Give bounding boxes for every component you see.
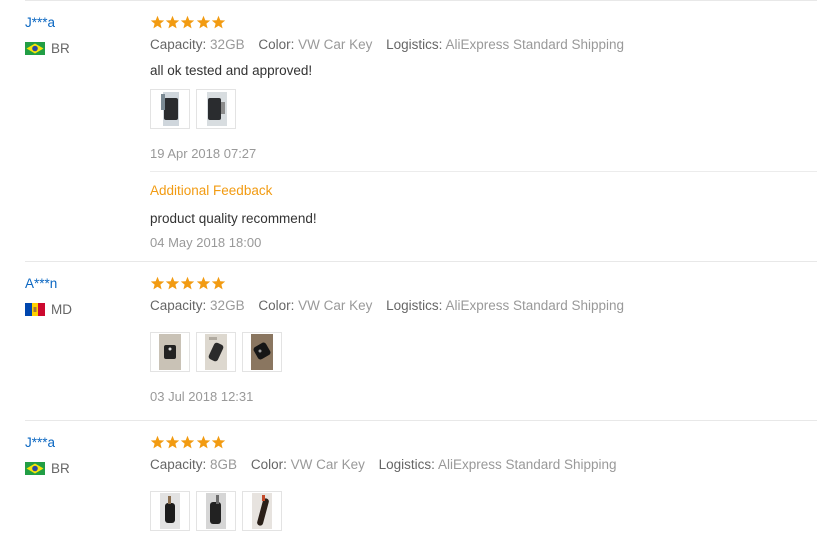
- reviewer-name[interactable]: J***a: [25, 15, 55, 30]
- star-icon: [165, 276, 180, 290]
- star-icon: [211, 15, 225, 29]
- photo-key-image: [205, 334, 227, 370]
- top-divider: [25, 0, 817, 1]
- star-rating: [150, 276, 226, 291]
- star-icon: [211, 276, 225, 290]
- review-photo-thumbnail[interactable]: [196, 491, 236, 531]
- brazil-flag-icon: [25, 462, 45, 475]
- star-icon: [150, 435, 165, 449]
- review-text: all ok tested and approved!: [150, 63, 313, 78]
- reviewer-name[interactable]: A***n: [25, 276, 57, 291]
- star-icon: [165, 435, 180, 449]
- review-divider: [25, 261, 817, 262]
- reviewer-name[interactable]: J***a: [25, 435, 55, 450]
- additional-divider: [150, 171, 817, 172]
- review-photo-thumbnail[interactable]: [196, 89, 236, 129]
- review-photos: [150, 332, 288, 372]
- review-photo-thumbnail[interactable]: [150, 491, 190, 531]
- reviewer-country: BR: [25, 461, 70, 476]
- review-date: 03 Jul 2018 12:31: [150, 389, 254, 404]
- review-photo-thumbnail[interactable]: [150, 332, 190, 372]
- star-icon: [196, 15, 210, 29]
- reviewer-country: BR: [25, 41, 70, 56]
- sku-attributes: Capacity: 32GB Color: VW Car Key Logisti…: [150, 37, 625, 52]
- photo-key-image: [206, 493, 226, 529]
- additional-feedback-title: Additional Feedback: [150, 183, 273, 198]
- star-icon: [165, 15, 180, 29]
- photo-key-image: [160, 493, 180, 529]
- review-photo-thumbnail[interactable]: [242, 332, 282, 372]
- star-icon: [150, 15, 165, 29]
- additional-feedback-text: product quality recommend!: [150, 211, 317, 226]
- photo-key-image: [207, 92, 227, 126]
- review-photos: [150, 89, 242, 129]
- photo-key-image: [251, 334, 273, 370]
- star-rating: [150, 435, 226, 450]
- additional-feedback-date: 04 May 2018 18:00: [150, 235, 262, 250]
- country-code: BR: [51, 41, 70, 56]
- star-icon: [181, 276, 195, 290]
- country-code: BR: [51, 461, 70, 476]
- star-icon: [150, 276, 165, 290]
- star-rating: [150, 15, 226, 30]
- sku-attributes: Capacity: 32GB Color: VW Car Key Logisti…: [150, 298, 625, 313]
- review-date: 19 Apr 2018 07:27: [150, 146, 257, 161]
- star-icon: [181, 435, 195, 449]
- moldova-flag-icon: [25, 303, 45, 316]
- review-photos: [150, 491, 288, 531]
- review-photo-thumbnail[interactable]: [150, 89, 190, 129]
- sku-attributes: Capacity: 8GB Color: VW Car Key Logistic…: [150, 457, 617, 472]
- review-divider: [25, 420, 817, 421]
- photo-key-image: [252, 493, 272, 529]
- star-icon: [181, 15, 195, 29]
- brazil-flag-icon: [25, 42, 45, 55]
- photo-key-image: [161, 92, 179, 126]
- photo-key-image: [159, 334, 181, 370]
- review-photo-thumbnail[interactable]: [242, 491, 282, 531]
- star-icon: [211, 435, 225, 449]
- star-icon: [196, 435, 210, 449]
- reviewer-country: MD: [25, 302, 72, 317]
- star-icon: [196, 276, 210, 290]
- review-photo-thumbnail[interactable]: [196, 332, 236, 372]
- country-code: MD: [51, 302, 72, 317]
